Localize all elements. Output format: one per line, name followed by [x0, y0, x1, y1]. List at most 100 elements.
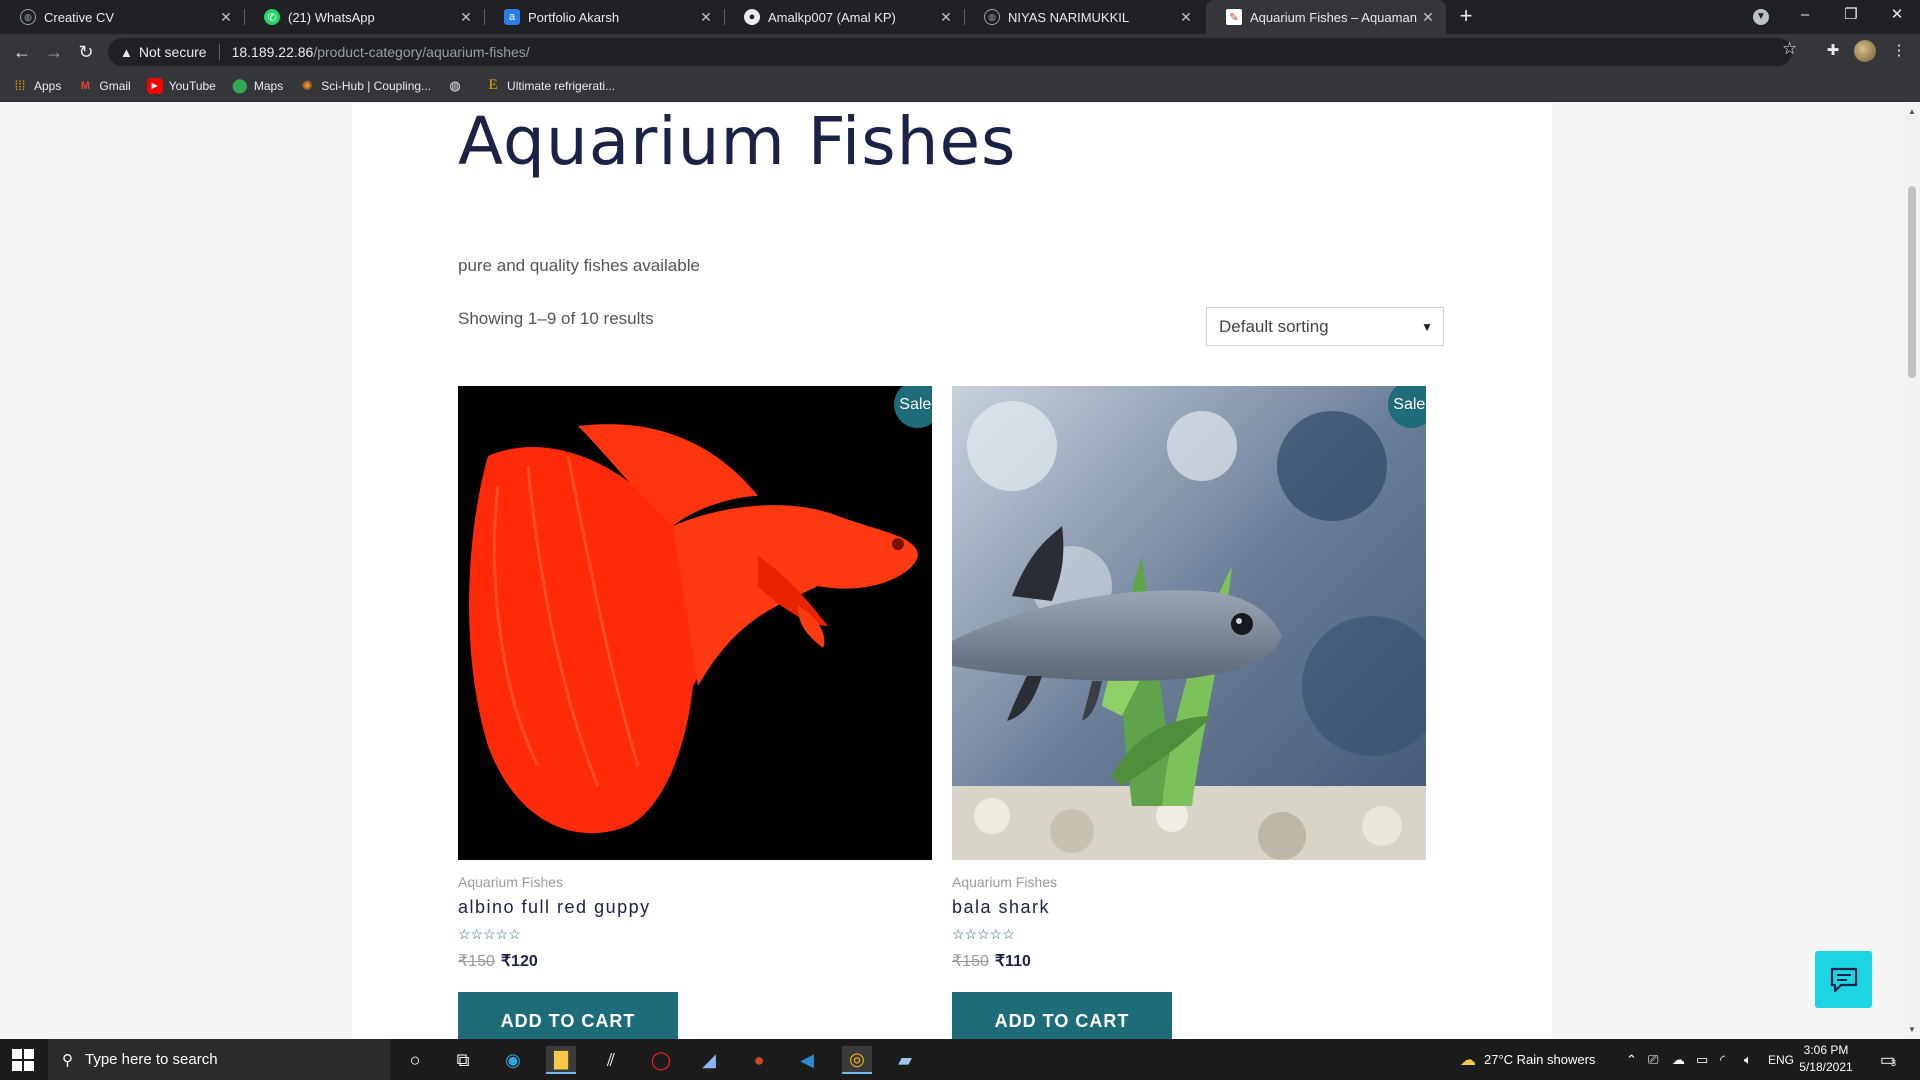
whatsapp-icon: ✆	[264, 9, 280, 25]
warning-icon: ▲	[120, 44, 133, 60]
regular-price: ₹150	[458, 953, 495, 970]
bookmark-label: Maps	[253, 78, 284, 93]
tab-portfolio-akarsh[interactable]: a Portfolio Akarsh ✕	[484, 0, 724, 34]
new-tab-button[interactable]: +	[1454, 5, 1478, 29]
tab-title: Aquarium Fishes – Aquaman	[1250, 9, 1417, 25]
close-window-button[interactable]: ✕	[1874, 0, 1920, 34]
close-icon[interactable]: ✕	[1420, 9, 1436, 26]
weather-icon: ☁	[1460, 1051, 1476, 1069]
result-count: Showing 1–9 of 10 results	[458, 309, 654, 328]
taskbar-search-input[interactable]: ⚲ Type here to search	[48, 1039, 390, 1080]
opera-icon[interactable]: ◯	[646, 1046, 676, 1074]
product-category[interactable]: Aquarium Fishes	[952, 874, 1057, 890]
back-button[interactable]: ←	[8, 38, 36, 66]
bookmark-label: Gmail	[99, 78, 131, 93]
scroll-down-icon[interactable]: ▼	[1904, 1022, 1920, 1038]
star-rating-icon: ☆☆☆☆☆	[458, 926, 521, 942]
extensions-icon[interactable]: ✚	[1822, 40, 1844, 62]
bala-shark-image	[952, 386, 1426, 860]
cortana-icon[interactable]: ○	[400, 1046, 430, 1074]
product-category[interactable]: Aquarium Fishes	[458, 874, 563, 890]
close-icon[interactable]: ✕	[458, 9, 474, 26]
bookmark-ultimate-refrigeration[interactable]: E Ultimate refrigerati...	[485, 77, 616, 94]
sale-price: ₹110	[994, 953, 1031, 970]
sort-dropdown[interactable]: Default sorting ▼	[1206, 307, 1444, 346]
product-name[interactable]: albino full red guppy	[458, 897, 651, 918]
add-to-cart-button[interactable]: ADD TO CART	[458, 992, 678, 1039]
tray-chevron-icon[interactable]: ⌃	[1626, 1039, 1637, 1080]
app-icon[interactable]: ⫽	[596, 1046, 626, 1074]
minimize-button[interactable]: –	[1782, 0, 1828, 34]
volume-icon[interactable]: 🔈︎	[1744, 1039, 1752, 1080]
apps-grid-icon: ⁞⁞⁞	[14, 78, 26, 93]
arrow-right-icon: →	[45, 42, 63, 62]
address-bar[interactable]: ▲ Not secure 18.189.22.86/product-catego…	[108, 38, 1792, 66]
product-image[interactable]: Sale!	[952, 386, 1426, 860]
bookmark-label: Apps	[34, 78, 62, 93]
content-container: Aquarium Fishes pure and quality fishes …	[352, 103, 1552, 1039]
bookmark-scihub[interactable]: ✺ Sci-Hub | Coupling...	[299, 78, 431, 94]
clock-date: 5/18/2021	[1799, 1060, 1853, 1074]
bookmark-youtube[interactable]: ▶ YouTube	[146, 77, 216, 94]
bookmark-globe[interactable]: ◍	[447, 78, 469, 94]
scroll-up-icon[interactable]: ▲	[1904, 104, 1920, 120]
tab-github[interactable]: ● Amalkp007 (Amal KP) ✕	[724, 0, 964, 34]
bookmark-label: Sci-Hub | Coupling...	[321, 78, 432, 93]
gmail-icon: M	[80, 79, 90, 92]
sale-price: ₹120	[500, 953, 538, 970]
arrow-left-icon: ←	[13, 42, 31, 62]
restore-button[interactable]: ❐	[1828, 0, 1874, 34]
product-image[interactable]: Sale!	[458, 386, 932, 860]
tab-niyas[interactable]: ◍ NIYAS NARIMUKKIL ✕	[964, 0, 1204, 34]
page-viewport: Aquarium Fishes pure and quality fishes …	[0, 103, 1920, 1039]
edge-icon[interactable]: ◉	[498, 1046, 528, 1074]
reload-icon: ↻	[78, 42, 94, 62]
tab-aquarium-fishes[interactable]: ✎ Aquarium Fishes – Aquaman ✕	[1206, 0, 1446, 34]
tab-search-button[interactable]: ▼	[1738, 0, 1784, 34]
url-path: /product-category/aquarium-fishes/	[313, 44, 530, 60]
powerpoint-icon[interactable]: ●	[744, 1046, 774, 1074]
product-name[interactable]: bala shark	[952, 897, 1050, 918]
chat-button[interactable]	[1815, 951, 1872, 1008]
bookmark-apps[interactable]: ⁞⁞⁞ Apps	[12, 78, 62, 94]
bookmark-maps[interactable]: ⬤ Maps	[232, 77, 284, 94]
scroll-thumb[interactable]	[1908, 186, 1916, 378]
app-icon[interactable]: ▰	[890, 1046, 920, 1074]
bookmarks-bar: ⁞⁞⁞ Apps M Gmail ▶ YouTube ⬤ Maps ✺ Sci-…	[0, 70, 1920, 102]
bookmark-star-icon[interactable]: ☆	[1782, 39, 1797, 59]
tab-title: Amalkp007 (Amal KP)	[768, 9, 896, 25]
sort-selected-value: Default sorting	[1219, 316, 1329, 336]
tab-whatsapp[interactable]: ✆ (21) WhatsApp ✕	[244, 0, 484, 34]
security-label[interactable]: Not secure	[139, 44, 207, 60]
chat-icon	[1830, 967, 1857, 992]
clock[interactable]: 3:06 PM 5/18/2021	[1790, 1042, 1862, 1076]
task-view-icon[interactable]: ⧉	[448, 1046, 478, 1074]
taskbar-search-placeholder: Type here to search	[85, 1051, 218, 1068]
tab-strip: ◍ Creative CV ✕ ✆ (21) WhatsApp ✕ a Port…	[0, 0, 1920, 34]
bookmark-label: YouTube	[168, 78, 216, 93]
menu-dots-icon[interactable]: ⋮	[1888, 40, 1910, 62]
close-icon[interactable]: ✕	[938, 9, 954, 26]
vscode-icon[interactable]: ◀	[792, 1046, 822, 1074]
site-icon: ✎	[1226, 9, 1242, 25]
forward-button[interactable]: →	[40, 38, 68, 66]
chrome-icon[interactable]: ◎	[842, 1046, 872, 1074]
file-explorer-icon[interactable]: ▇	[546, 1046, 576, 1074]
add-to-cart-button[interactable]: ADD TO CART	[952, 992, 1172, 1039]
close-icon[interactable]: ✕	[218, 9, 234, 26]
bookmark-label: Ultimate refrigerati...	[507, 78, 616, 93]
close-icon[interactable]: ✕	[1178, 9, 1194, 26]
tab-creative-cv[interactable]: ◍ Creative CV ✕	[0, 0, 244, 34]
battery-icon[interactable]: ▭	[1696, 1039, 1708, 1080]
app-icon[interactable]: ◢	[694, 1046, 724, 1074]
avatar[interactable]	[1854, 40, 1876, 62]
notifications-icon[interactable]: ▭ 3	[1880, 1039, 1896, 1080]
windows-start-icon[interactable]	[12, 1049, 34, 1071]
wifi-icon[interactable]: ◜	[1720, 1039, 1725, 1080]
meet-now-icon[interactable]: ⎚	[1648, 1039, 1658, 1080]
onedrive-icon[interactable]: ☁	[1672, 1039, 1685, 1080]
bookmark-gmail[interactable]: M Gmail	[77, 78, 131, 94]
close-icon[interactable]: ✕	[698, 9, 714, 26]
reload-button[interactable]: ↻	[72, 38, 100, 66]
weather-widget[interactable]: ☁ 27°C Rain showers	[1460, 1039, 1595, 1080]
